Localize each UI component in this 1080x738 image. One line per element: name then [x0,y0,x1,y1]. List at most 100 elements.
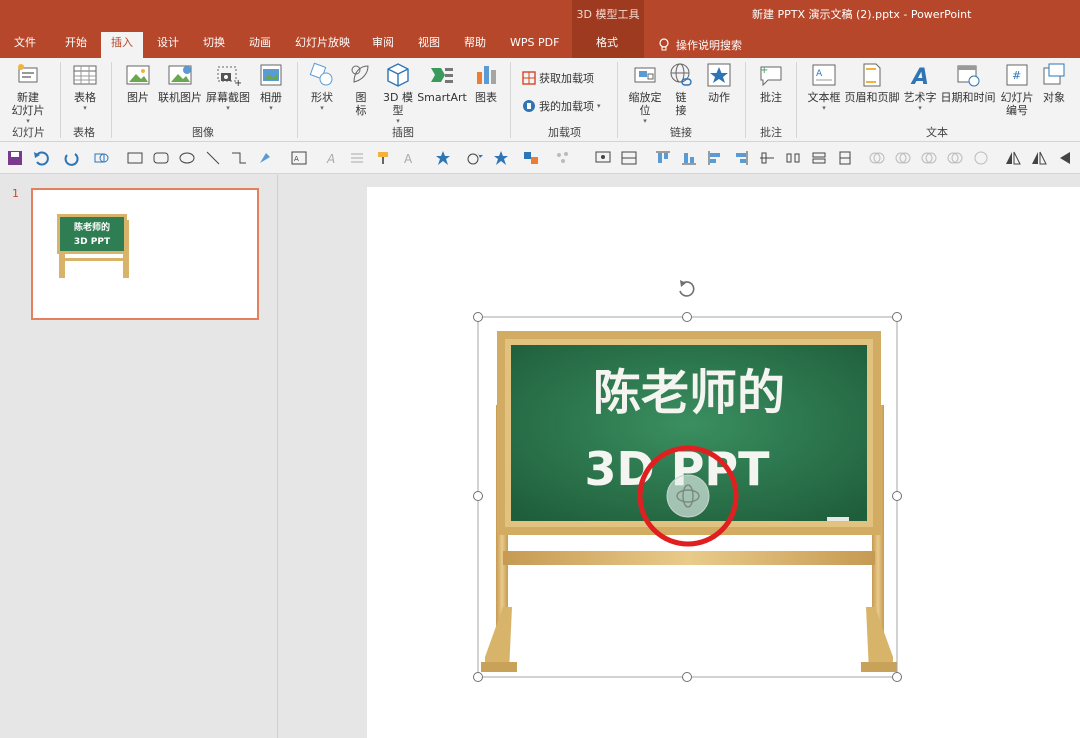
tab-file[interactable]: 文件 [14,32,36,58]
separator [745,62,746,138]
wordart-label: 艺术字 [903,91,937,104]
link-button[interactable]: 链 接 [668,62,694,117]
date-time-button[interactable]: 日期和时间 [940,62,996,104]
textbox-small-icon[interactable]: A [290,149,308,167]
textbox-button[interactable]: A 文本框 ▾ [806,62,842,112]
smartart-icon [431,68,453,83]
rotate-handle-icon[interactable] [679,280,695,297]
get-addins-button[interactable]: 获取加载项 [522,70,594,86]
tab-home[interactable]: 开始 [65,32,87,58]
3d-rotate-control-icon[interactable] [666,474,710,518]
chevron-down-icon: ▾ [597,102,601,110]
screenshot-button[interactable]: + 屏幕截图 ▾ [205,62,251,112]
thumbnail-title: 陈老师的 [74,221,110,233]
tab-format[interactable]: 格式 [596,32,618,58]
align-left-icon[interactable] [706,149,724,167]
album-button[interactable]: 相册 ▾ [256,62,286,112]
save-icon[interactable] [6,149,24,167]
chevron-down-icon: ▾ [918,104,922,112]
rounded-rectangle-icon[interactable] [152,149,170,167]
animation-icon[interactable] [466,149,484,167]
shapes-button[interactable]: 形状 ▾ [307,62,337,112]
union-icon[interactable] [894,149,912,167]
flip-icon[interactable] [1004,149,1022,167]
undo-icon[interactable] [32,149,50,167]
align-middle-icon[interactable] [758,149,776,167]
wordart-icon: A [910,65,929,88]
chart-button[interactable]: 图表 [472,62,500,104]
tell-me-search[interactable]: 操作说明搜索 [658,36,742,54]
slide-sorter-icon[interactable] [620,149,638,167]
line-icon[interactable] [204,149,222,167]
header-footer-button[interactable]: 页眉和页脚 [844,62,900,104]
icons-button[interactable]: 图 标 [346,62,376,117]
my-addins-button[interactable]: 我的加载项 ▾ [522,98,601,114]
tab-insert[interactable]: 插入 [101,32,143,58]
oval-icon[interactable] [178,149,196,167]
action-button[interactable]: 动作 [704,62,734,104]
tab-design[interactable]: 设计 [157,32,179,58]
scatter-icon[interactable] [554,149,572,167]
group-illustrations-label: 插图 [392,126,414,139]
paint-icon[interactable] [256,149,274,167]
3d-cube-icon [387,63,409,87]
rectangle-icon[interactable] [126,149,144,167]
star-effect-icon[interactable] [434,149,452,167]
new-slide-button[interactable]: 新建 幻灯片 ▾ [8,62,48,125]
chevron-down-icon: ▾ [822,104,826,112]
combine-icon[interactable] [920,149,938,167]
distribute-h-icon[interactable] [784,149,802,167]
star-icon[interactable] [492,149,510,167]
tab-help[interactable]: 帮助 [464,32,486,58]
smartart-label: SmartArt [417,91,467,104]
chevron-down-icon: ▾ [320,104,324,112]
align-bottom-icon[interactable] [680,149,698,167]
align-right-icon[interactable] [732,149,750,167]
send-back-icon[interactable] [1056,149,1074,167]
rotate-icon[interactable] [1030,149,1048,167]
star-icon [707,63,731,87]
font-italic-icon[interactable]: A [322,149,340,167]
group-image-label: 图像 [192,126,214,139]
slide-number-button[interactable]: # 幻灯片 编号 [998,62,1036,117]
svg-text:+: + [234,78,241,88]
online-picture-icon [168,65,192,85]
picture-button[interactable]: 图片 [124,62,152,104]
redo-icon[interactable] [62,149,80,167]
distribute-v-icon[interactable] [810,149,828,167]
slide-thumbnail[interactable]: 陈老师的 3D PPT [31,188,259,320]
tab-animations[interactable]: 动画 [249,32,271,58]
zoom-button[interactable]: 缩放定 位 ▾ [626,62,664,125]
tab-transitions[interactable]: 切换 [203,32,225,58]
fill-color-icon[interactable] [522,149,540,167]
group-objects-icon[interactable] [836,149,854,167]
slide-canvas[interactable]: 陈老师的 3D PPT [367,187,1080,738]
align-top-icon[interactable] [654,149,672,167]
chalkboard-3d-model[interactable]: 陈老师的 3D PPT [367,187,1080,738]
smartart-button[interactable]: SmartArt [417,62,467,104]
presenter-icon[interactable] [594,149,612,167]
object-label: 对象 [1043,91,1065,104]
comment-button[interactable]: + 批注 [756,62,786,104]
wordart-button[interactable]: A 艺术字 ▾ [903,62,937,112]
tab-wps-pdf[interactable]: WPS PDF [510,32,559,58]
thumbnail-subtitle: 3D PPT [74,237,111,247]
format-painter-icon[interactable] [374,149,392,167]
3d-model-button[interactable]: 3D 模 型 ▾ [382,62,414,125]
powerpoint-window: 3D 模型工具 新建 PPTX 演示文稿 (2).pptx - PowerPoi… [0,0,1080,738]
icons-icon [351,65,369,83]
fragment-icon[interactable] [946,149,964,167]
object-button[interactable]: 对象 [1040,62,1068,104]
merge-shapes-icon[interactable] [868,149,886,167]
separator [617,62,618,138]
shape-select-icon[interactable] [92,149,110,167]
tab-slideshow[interactable]: 幻灯片放映 [295,32,350,58]
font-color-icon[interactable]: A [400,149,418,167]
intersect-icon[interactable] [972,149,990,167]
connector-icon[interactable] [230,149,248,167]
online-picture-button[interactable]: 联机图片 [157,62,203,104]
align-icon[interactable] [348,149,366,167]
tab-view[interactable]: 视图 [418,32,440,58]
tab-review[interactable]: 审阅 [372,32,394,58]
table-button[interactable]: 表格 ▾ [70,62,100,112]
